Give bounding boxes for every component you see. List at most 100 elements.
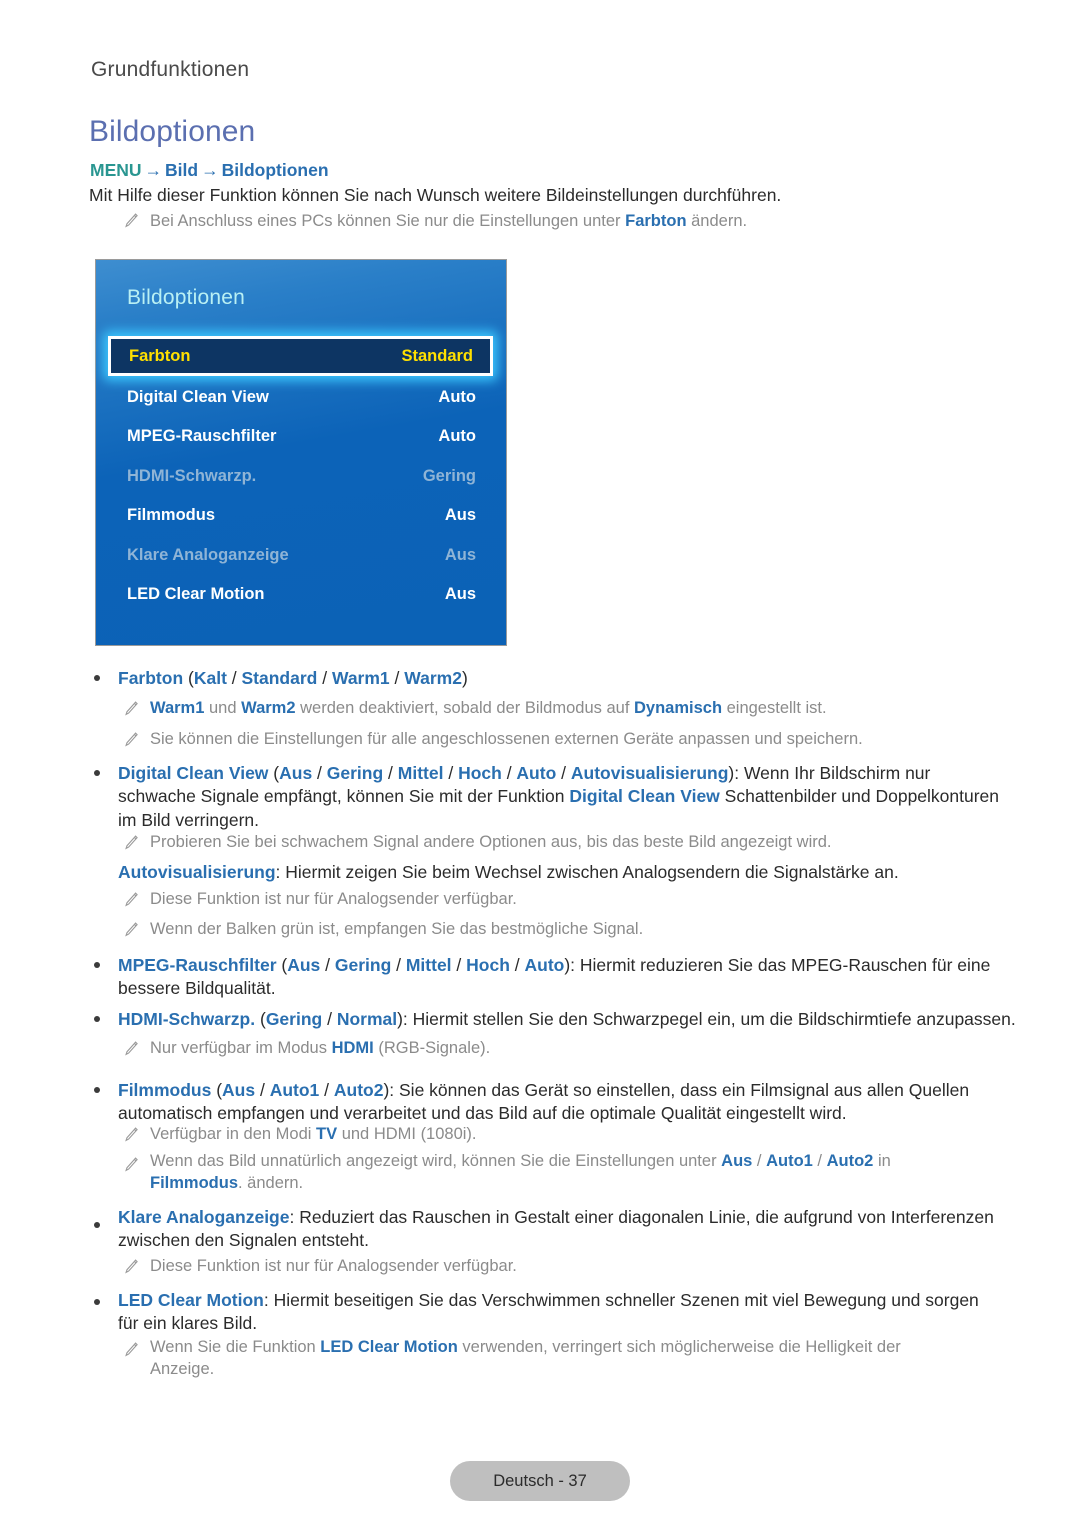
pencil-icon: [124, 892, 138, 908]
opt-value: Hoch: [458, 763, 502, 783]
sep: /: [509, 955, 525, 975]
osd-row-value: Aus: [444, 506, 476, 525]
sep: (: [268, 763, 280, 783]
txt: Wenn das Bild unnatürlich angezeigt wird…: [150, 1152, 722, 1170]
pencil-icon: [124, 213, 138, 229]
menu-path-arrow-1: →: [144, 160, 163, 180]
opt-name: Autovisualisierung: [118, 862, 276, 882]
menu-path-arrow-2: →: [201, 160, 219, 180]
opt-value: Aus: [222, 1080, 256, 1100]
sep: /: [255, 1080, 270, 1100]
opt-value: Gering: [334, 955, 392, 975]
menu-path-level2: Bildoptionen: [221, 160, 329, 180]
opt-name: Digital Clean View: [118, 763, 269, 783]
txt: (RGB-Signale).: [373, 1039, 491, 1057]
bullet-led-clear-motion: LED Clear Motion: Hiermit beseitigen Sie…: [118, 1289, 1003, 1336]
footer-label: Deutsch - 37: [493, 1471, 587, 1490]
ref: HDMI: [331, 1039, 374, 1057]
txt: ): Hiermit stellen Sie den Schwarzpegel …: [397, 1009, 1016, 1029]
menu-path-menu: MENU: [90, 160, 142, 180]
txt: : Hiermit zeigen Sie beim Wechsel zwisch…: [275, 862, 899, 882]
opt-value: Auto1: [269, 1080, 320, 1100]
sep: /: [317, 668, 332, 688]
opt-value: Mittel: [397, 763, 444, 783]
opt-value: Kalt: [193, 668, 227, 688]
osd-row-label: Klare Analoganzeige: [127, 545, 289, 564]
opt-value: Auto2: [826, 1152, 874, 1170]
osd-row-mpeg-rauschfilter[interactable]: MPEG-Rauschfilter Auto: [96, 417, 506, 457]
osd-row-label: MPEG-Rauschfilter: [127, 427, 277, 446]
ref: LED Clear Motion: [320, 1338, 458, 1356]
note-verfuegbar-modi: Verfügbar in den Modi TV und HDMI (1080i…: [150, 1124, 1005, 1146]
sep: /: [812, 1152, 827, 1170]
sep: /: [391, 955, 406, 975]
opt-name: HDMI-Schwarzp.: [118, 1009, 256, 1029]
opt-value: Auto: [524, 955, 565, 975]
bullet-hdmi-schwarzp: HDMI-Schwarzp. (Gering / Normal): Hiermi…: [118, 1008, 1043, 1031]
note-warm-deaktiviert: Warm1 und Warm2 werden deaktiviert, soba…: [150, 698, 1005, 720]
bullet-marker: [94, 962, 100, 968]
osd-row-value: Standard: [401, 346, 473, 365]
intro-note-post: ändern.: [686, 212, 748, 230]
ref: Dynamisch: [633, 699, 723, 717]
opt-value: Aus: [721, 1152, 753, 1170]
osd-selected-row-glow: Farbton Standard: [108, 336, 493, 376]
sep: /: [501, 763, 517, 783]
txt: und: [204, 699, 242, 717]
note-nur-analogsender-1: Diese Funktion ist nur für Analogsender …: [150, 890, 517, 908]
txt: Nur verfügbar im Modus: [150, 1039, 332, 1057]
osd-row-label: Digital Clean View: [127, 387, 269, 406]
osd-row-value: Auto: [438, 427, 476, 446]
osd-row-filmmodus[interactable]: Filmmodus Aus: [96, 496, 506, 536]
osd-row-label: Farbton: [129, 346, 191, 365]
txt: werden deaktiviert, sobald der Bildmodus…: [295, 699, 634, 717]
opt-name: LED Clear Motion: [118, 1290, 264, 1310]
menu-path-breadcrumb: MENU → Bild → Bildoptionen: [90, 160, 329, 181]
sep: ): [461, 668, 468, 688]
pencil-icon: [124, 732, 138, 748]
osd-row-digital-clean-view[interactable]: Digital Clean View Auto: [96, 378, 506, 418]
ref: Warm2: [241, 699, 296, 717]
sep: (: [255, 1009, 266, 1029]
bullet-marker: [94, 675, 100, 681]
pencil-icon: [124, 701, 138, 717]
txt: und HDMI (1080i).: [337, 1125, 477, 1143]
opt-value: Mittel: [405, 955, 452, 975]
opt-value: Standard: [241, 668, 318, 688]
txt: Wenn Sie die Funktion: [150, 1338, 321, 1356]
opt-value: Hoch: [466, 955, 510, 975]
bullet-marker: [94, 1299, 100, 1305]
intro-note-link: Farbton: [625, 212, 687, 230]
opt-name: Klare Analoganzeige: [118, 1207, 290, 1227]
opt-value: Autovisualisierung: [570, 763, 729, 783]
pencil-icon: [124, 922, 138, 938]
sep: /: [451, 955, 467, 975]
osd-row-value: Aus: [444, 545, 476, 564]
opt-value: Aus: [287, 955, 321, 975]
opt-name: MPEG-Rauschfilter: [118, 955, 277, 975]
osd-row-label: LED Clear Motion: [127, 585, 265, 604]
opt-value: Auto2: [333, 1080, 384, 1100]
sep: /: [226, 668, 242, 688]
opt-value: Gering: [326, 763, 384, 783]
sep: /: [389, 668, 405, 688]
osd-row-hdmi-schwarzp: HDMI-Schwarzp. Gering: [96, 457, 506, 497]
pencil-icon: [124, 1157, 138, 1173]
pencil-icon: [124, 835, 138, 851]
menu-path-level1: Bild: [165, 160, 199, 180]
sep: /: [322, 1009, 337, 1029]
note-einstellungen-speichern: Sie können die Einstellungen für alle an…: [150, 730, 863, 748]
ref: Filmmodus: [150, 1173, 239, 1192]
bullet-marker: [94, 770, 100, 776]
opt-value: Gering: [265, 1009, 323, 1029]
note-schwaches-signal: Probieren Sie bei schwachem Signal ander…: [150, 833, 832, 851]
osd-row-label: Filmmodus: [127, 506, 216, 525]
osd-row-farbton-selected[interactable]: Farbton Standard: [108, 336, 493, 376]
ref: Warm1: [150, 699, 205, 717]
ref: TV: [316, 1125, 338, 1143]
osd-row-value: Aus: [444, 585, 476, 604]
osd-row-led-clear-motion[interactable]: LED Clear Motion Aus: [96, 575, 506, 615]
opt-value: Auto: [516, 763, 557, 783]
sep: /: [312, 763, 327, 783]
txt: Verfügbar in den Modi: [150, 1125, 317, 1143]
